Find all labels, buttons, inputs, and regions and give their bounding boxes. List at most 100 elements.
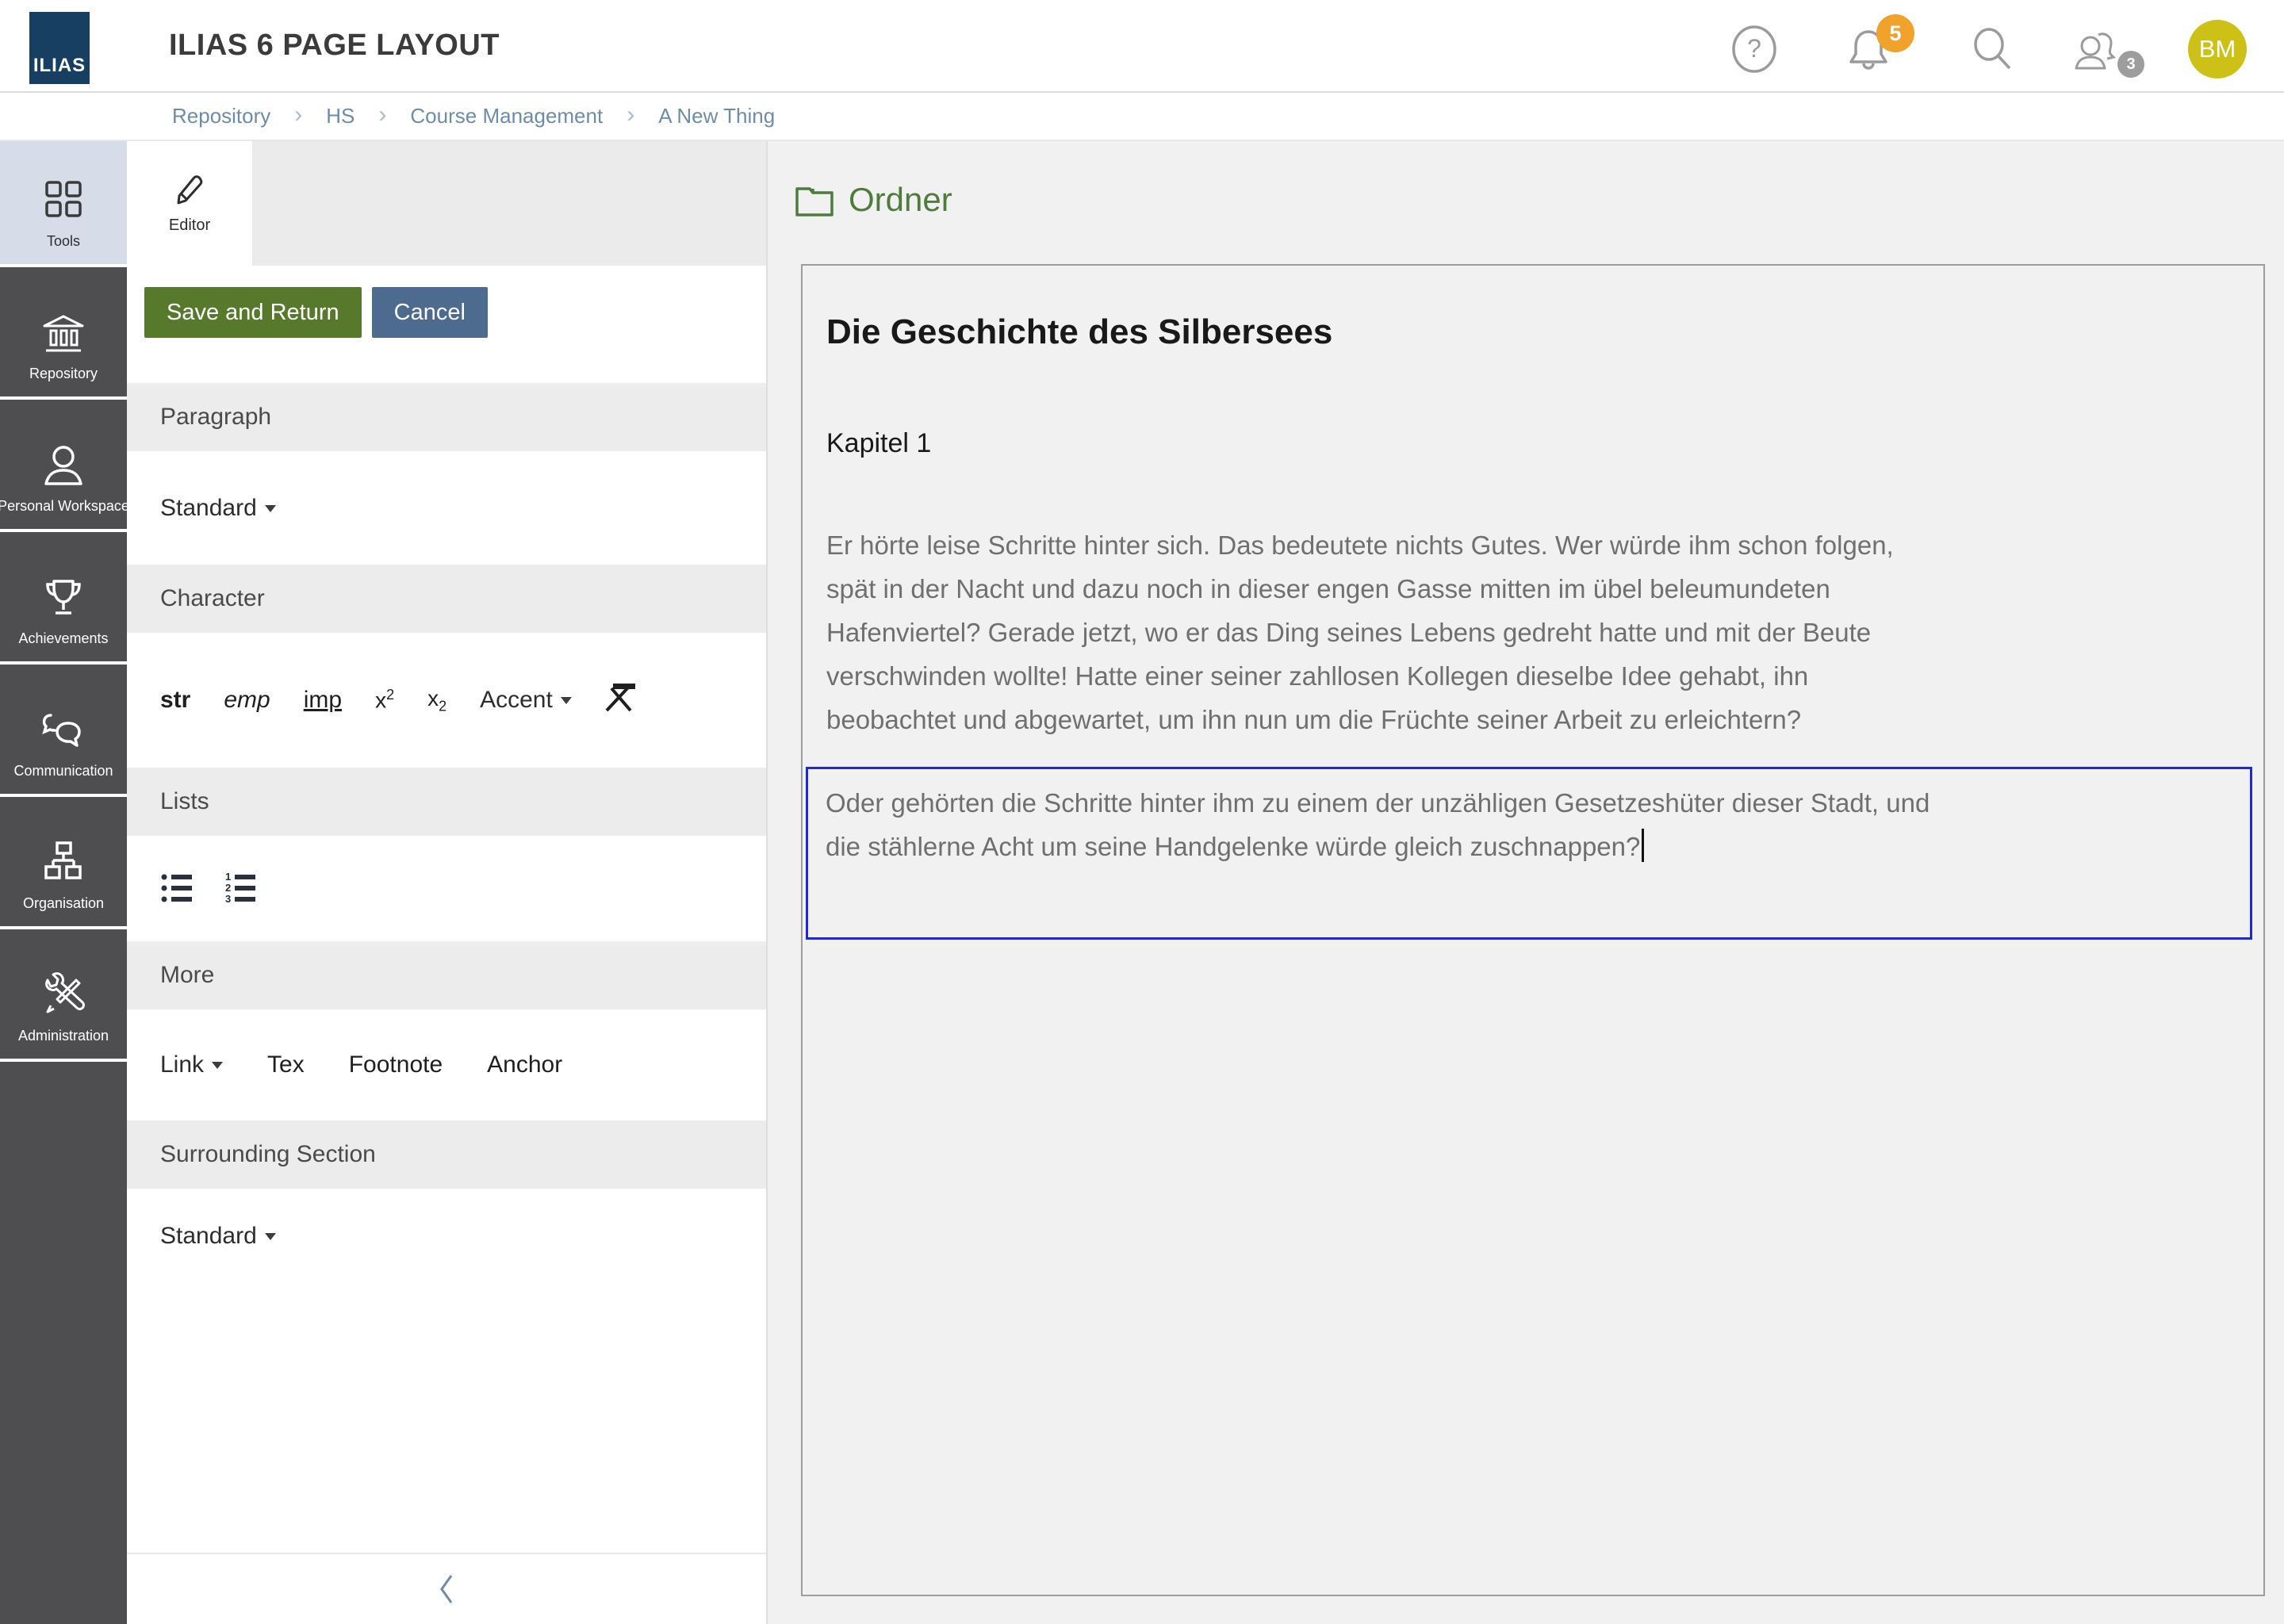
notification-count-badge: 5 [1876,14,1914,52]
logo-text: ILIAS [33,55,86,84]
document-title[interactable]: Die Geschichte des Silbersees [826,310,2240,354]
document-paragraph-2: Oder gehörten die Schritte hinter ihm zu… [826,788,1930,861]
sup-base: x [375,688,386,713]
sidebar-item-label: Tools [47,233,80,250]
chevron-down-icon [561,697,572,710]
top-header: ILIAS ILIAS 6 PAGE LAYOUT ? 5 3 BM [0,0,2284,91]
sidebar-item-organisation[interactable]: Organisation [0,797,127,926]
org-chart-icon [40,840,87,884]
tex-button[interactable]: Tex [267,1051,305,1078]
help-icon: ? [1730,24,1778,75]
sidebar-filler [0,1062,127,1624]
sidebar-item-label: Achievements [18,630,108,647]
section-surrounding-header: Surrounding Section [127,1120,766,1189]
tab-editor-label: Editor [169,216,210,235]
chevron-down-icon [265,505,276,518]
trophy-icon [40,575,87,619]
sup-script: 2 [386,687,394,703]
svg-text:1: 1 [225,871,231,883]
help-button[interactable]: ? [1730,24,1778,75]
numbered-list-icon: 1 2 3 [224,871,262,905]
surrounding-style-value: Standard [160,1223,257,1250]
editor-tabstrip: Editor [127,141,766,266]
page-content-card: Die Geschichte des Silbersees Kapitel 1 … [801,264,2265,1596]
sidebar-item-label: Repository [29,366,98,382]
sidebar-item-tools[interactable]: Tools [0,141,127,264]
online-count-badge: 3 [2117,51,2144,78]
anchor-button[interactable]: Anchor [487,1051,562,1078]
sidebar-item-communication[interactable]: Communication [0,665,127,794]
breadcrumb-separator-icon: › [294,102,302,128]
sidebar-item-personal-workspace[interactable]: Personal Workspace [0,400,127,529]
chevron-left-icon [437,1573,456,1605]
important-button[interactable]: imp [304,687,342,714]
page-title: ILIAS 6 PAGE LAYOUT [169,0,500,91]
breadcrumb-hs[interactable]: HS [326,104,354,128]
sidebar-item-label: Administration [18,1028,109,1044]
collapse-panel-button[interactable] [127,1553,766,1624]
link-dropdown[interactable]: Link [160,1051,223,1078]
bullet-list-icon [160,871,197,905]
sidebar-item-repository[interactable]: Repository [0,267,127,396]
strong-button[interactable]: str [160,687,190,714]
breadcrumb-a-new-thing[interactable]: A New Thing [658,104,775,128]
ilias-logo[interactable]: ILIAS [29,12,90,84]
breadcrumb-repository[interactable]: Repository [172,104,270,128]
footnote-button[interactable]: Footnote [349,1051,443,1078]
breadcrumb: Repository › HS › Course Management › A … [0,91,2284,141]
search-icon [1968,24,2016,75]
subscript-button[interactable]: x2 [427,686,446,715]
superscript-button[interactable]: x2 [375,687,394,713]
paragraph-style-dropdown[interactable]: Standard [160,495,276,522]
editor-panel: Editor Save and ReturnCancel Paragraph S… [127,141,768,1624]
section-more-header: More [127,941,766,1009]
clear-formatting-icon [600,679,638,715]
svg-text:?: ? [1747,34,1761,63]
main-content: Ordner Die Geschichte des Silbersees Kap… [768,141,2284,1624]
sidebar-item-label: Organisation [23,895,104,912]
section-paragraph-header: Paragraph [127,383,766,451]
surrounding-style-dropdown[interactable]: Standard [160,1223,276,1250]
document-paragraph-1[interactable]: Er hörte leise Schritte hinter sich. Das… [826,523,2240,741]
sidebar-item-administration[interactable]: Administration [0,929,127,1059]
object-header: Ordner [795,181,952,219]
sidebar-item-label: Personal Workspace [0,498,129,515]
bullet-list-button[interactable] [160,871,197,911]
tab-editor[interactable]: Editor [127,141,252,266]
bank-icon [40,313,87,354]
breadcrumb-separator-icon: › [627,102,634,128]
section-lists-header: Lists [127,768,766,836]
sidebar-item-achievements[interactable]: Achievements [0,532,127,661]
main-sidebar: Tools Repository Personal Workspace Achi… [0,141,127,1624]
numbered-list-button[interactable]: 1 2 3 [224,871,262,911]
chevron-down-icon [265,1233,276,1246]
selected-paragraph-editbox[interactable]: Oder gehörten die Schritte hinter ihm zu… [806,767,2252,940]
grid-icon [40,176,86,222]
pencil-icon [171,172,208,209]
search-button[interactable] [1968,24,2016,75]
accent-label: Accent [480,687,553,714]
who-is-online-button[interactable]: 3 [2071,24,2119,75]
clear-formatting-button[interactable] [600,679,638,722]
person-icon [40,442,87,487]
sidebar-item-label: Communication [13,763,113,779]
save-and-return-button[interactable]: Save and Return [144,287,362,338]
sub-base: x [427,686,439,710]
notifications-button[interactable]: 5 [1845,24,1892,75]
editor-actions: Save and ReturnCancel [127,266,766,350]
chevron-down-icon [212,1062,223,1074]
accent-dropdown[interactable]: Accent [480,687,572,714]
avatar[interactable]: BM [2188,20,2247,79]
tools-crossed-icon [40,972,87,1017]
emphasis-button[interactable]: emp [224,687,270,714]
cancel-button[interactable]: Cancel [372,287,488,338]
breadcrumb-course-management[interactable]: Course Management [410,104,603,128]
document-chapter[interactable]: Kapitel 1 [826,426,2240,461]
folder-icon [795,182,834,217]
text-cursor [1642,829,1644,862]
svg-text:2: 2 [225,882,231,894]
sub-script: 2 [439,698,446,714]
svg-text:3: 3 [225,893,231,905]
speech-bubbles-icon [40,709,87,752]
link-label: Link [160,1051,204,1078]
